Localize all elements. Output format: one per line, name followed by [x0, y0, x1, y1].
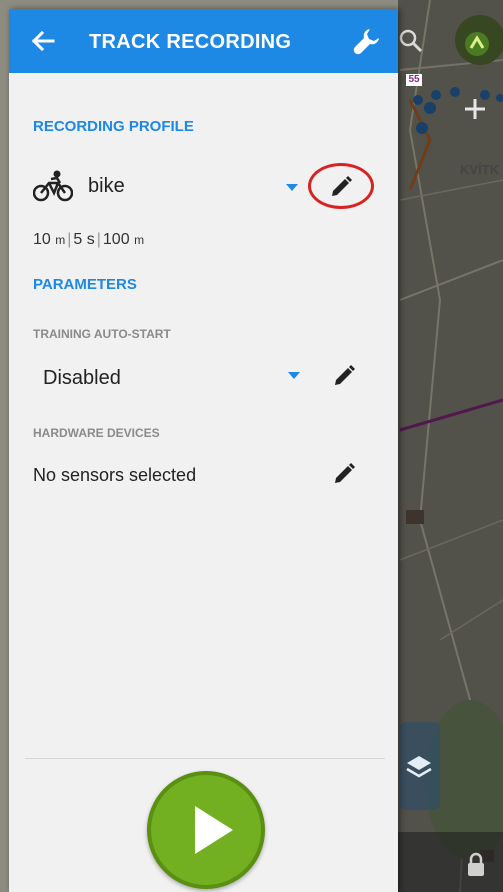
play-icon — [195, 806, 233, 854]
profile-dropdown-arrow-icon[interactable] — [286, 184, 298, 191]
time-interval: 5 s — [73, 231, 95, 248]
arrow-left-icon[interactable] — [29, 27, 57, 55]
parameters-heading: PARAMETERS — [33, 276, 137, 293]
profile-parameters-summary: 10 m | 5 s | 100 m — [33, 231, 145, 248]
hardware-devices-value[interactable]: No sensors selected — [33, 465, 196, 486]
map-place-label: KVÍTK — [460, 162, 499, 177]
layers-icon[interactable] — [404, 752, 434, 782]
track-recording-drawer: TRACK RECORDING RECORDING PROFILE bike 1… — [9, 9, 398, 892]
accuracy-unit: m — [134, 233, 145, 247]
page-title: TRACK RECORDING — [89, 31, 292, 53]
auto-start-dropdown-arrow-icon[interactable] — [288, 372, 300, 379]
wrench-icon[interactable] — [352, 26, 382, 56]
edit-auto-start-pencil-icon[interactable] — [332, 364, 356, 388]
bottom-divider — [25, 758, 385, 759]
start-recording-button[interactable] — [147, 771, 265, 889]
highlight-circle — [308, 163, 374, 209]
bicycle-icon — [33, 170, 73, 202]
distance-unit: m — [55, 233, 66, 247]
search-icon[interactable] — [398, 28, 424, 54]
lock-icon[interactable] — [466, 852, 486, 878]
training-auto-start-label: TRAINING AUTO-START — [33, 327, 171, 341]
profile-name: bike — [88, 175, 125, 197]
hardware-devices-label: HARDWARE DEVICES — [33, 426, 160, 440]
edit-hardware-pencil-icon[interactable] — [332, 462, 356, 486]
app-bar: TRACK RECORDING — [9, 9, 398, 73]
recording-profile-heading: RECORDING PROFILE — [33, 118, 194, 135]
zoom-in-icon[interactable] — [462, 96, 488, 122]
distance-value: 10 — [33, 231, 51, 248]
road-badge: 55 — [406, 74, 422, 86]
auto-start-value[interactable]: Disabled — [43, 367, 121, 390]
accuracy-value: 100 — [102, 231, 130, 248]
gps-icon[interactable] — [462, 30, 492, 58]
